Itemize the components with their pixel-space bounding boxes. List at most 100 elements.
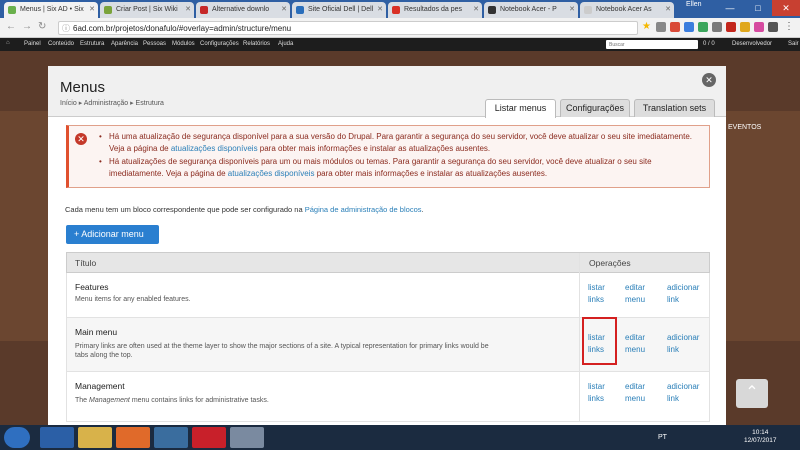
tab-favicon-icon bbox=[200, 6, 208, 14]
alert-message: Há uma atualização de segurança disponív… bbox=[99, 131, 703, 155]
opera-icon[interactable] bbox=[192, 427, 226, 448]
tab-favicon-icon bbox=[8, 6, 16, 14]
page-info-icon[interactable]: ⓘ bbox=[62, 23, 70, 34]
toolbar-counter: 0 / 0 bbox=[703, 41, 715, 47]
forward-icon[interactable]: → bbox=[22, 21, 32, 32]
available-updates-link[interactable]: atualizações disponíveis bbox=[171, 144, 258, 153]
toolbar-item[interactable]: Conteúdo bbox=[48, 41, 74, 47]
table-row: Features Menu items for any enabled feat… bbox=[66, 273, 710, 318]
toolbar-item[interactable]: Relatórios bbox=[243, 41, 270, 47]
internet-explorer-icon[interactable] bbox=[40, 427, 74, 448]
background-nav-link[interactable]: EVENTOS bbox=[728, 124, 761, 131]
toolbar-logout[interactable]: Sair bbox=[788, 41, 799, 47]
extension-icon[interactable] bbox=[656, 22, 666, 32]
breadcrumb-item[interactable]: Estrutura bbox=[136, 100, 164, 107]
tab-close-icon[interactable]: ✕ bbox=[185, 5, 191, 13]
menu-description: The Management menu contains links for a… bbox=[75, 396, 489, 405]
security-alert: ✕ Há uma atualização de segurança dispon… bbox=[66, 125, 710, 188]
toolbar-item[interactable]: Estrutura bbox=[80, 41, 104, 47]
edit-menu-link[interactable]: editar menu bbox=[625, 381, 651, 405]
url-text: 6ad.com.br/projetos/donafulo/#overlay=ad… bbox=[73, 24, 292, 33]
browser-menu-icon[interactable]: ⋮ bbox=[784, 21, 794, 32]
intro-text-body: Cada menu tem um bloco correspondente qu… bbox=[65, 205, 305, 214]
list-links-link[interactable]: listar links bbox=[588, 381, 610, 405]
close-window-icon[interactable]: ✕ bbox=[772, 0, 800, 16]
toolbar-user[interactable]: Desenvolvedor bbox=[732, 41, 772, 47]
minimize-icon[interactable]: — bbox=[716, 0, 744, 16]
url-input[interactable]: ⓘ 6ad.com.br/projetos/donafulo/#overlay=… bbox=[58, 21, 638, 35]
tab-close-icon[interactable]: ✕ bbox=[569, 5, 575, 13]
system-clock[interactable]: 10:14 12/07/2017 bbox=[744, 429, 777, 445]
toolbar-item[interactable]: Configurações bbox=[200, 41, 239, 47]
clock-time: 10:14 bbox=[752, 429, 769, 436]
dialog-header: Menus Início ▸ Administração ▸ Estrutura… bbox=[48, 66, 726, 118]
language-indicator[interactable]: PT bbox=[658, 434, 667, 441]
tab-close-icon[interactable]: ✕ bbox=[473, 5, 479, 13]
breadcrumb-item[interactable]: Início bbox=[60, 100, 77, 107]
back-icon[interactable]: ← bbox=[6, 21, 16, 32]
browser-tab[interactable]: Menus | Six AD • Six ✕ bbox=[4, 2, 98, 18]
start-button-icon[interactable] bbox=[4, 427, 30, 448]
extension-icon[interactable] bbox=[712, 22, 722, 32]
tab-close-icon[interactable]: ✕ bbox=[281, 5, 287, 13]
close-overlay-button[interactable]: ✕ bbox=[702, 73, 716, 87]
browser-tab[interactable]: Alternative downlo ✕ bbox=[196, 2, 290, 18]
tab-configuracoes[interactable]: Configurações bbox=[560, 99, 630, 117]
media-player-icon[interactable] bbox=[116, 427, 150, 448]
tab-close-icon[interactable]: ✕ bbox=[377, 5, 383, 13]
tab-label: Site Oficial Dell | Dell bbox=[308, 6, 374, 13]
scroll-to-top-button[interactable]: ⌃ bbox=[736, 379, 768, 408]
bookmark-star-icon[interactable]: ★ bbox=[642, 21, 651, 32]
extension-icon[interactable] bbox=[768, 22, 778, 32]
paint-icon[interactable] bbox=[230, 427, 264, 448]
menu-description-text: The bbox=[75, 397, 90, 404]
maximize-icon[interactable]: □ bbox=[744, 0, 772, 16]
highlight-annotation bbox=[582, 317, 617, 365]
toolbar-item[interactable]: Aparência bbox=[111, 41, 138, 47]
add-link-link[interactable]: adicionar link bbox=[667, 282, 707, 306]
available-updates-link[interactable]: atualizações disponíveis bbox=[228, 169, 315, 178]
breadcrumb-separator-icon: ▸ bbox=[78, 100, 83, 107]
menu-description: Primary links are often used at the them… bbox=[75, 343, 489, 359]
browser-tab[interactable]: Notebook Acer As ✕ bbox=[580, 2, 674, 18]
edit-menu-link[interactable]: editar menu bbox=[625, 282, 651, 306]
browser-tab[interactable]: Notebook Acer - P ✕ bbox=[484, 2, 578, 18]
toolbar-item[interactable]: Pessoas bbox=[143, 41, 166, 47]
menu-description-emphasis: Management bbox=[89, 397, 130, 404]
breadcrumb-separator-icon: ▸ bbox=[130, 100, 134, 107]
home-icon[interactable]: ⌂ bbox=[6, 40, 10, 46]
tab-translation-sets[interactable]: Translation sets bbox=[634, 99, 715, 117]
edit-menu-link[interactable]: editar menu bbox=[625, 332, 651, 356]
profile-name[interactable]: Ellen bbox=[686, 1, 702, 8]
chrome-icon[interactable] bbox=[154, 427, 188, 448]
extension-icon[interactable] bbox=[726, 22, 736, 32]
tab-close-icon[interactable]: ✕ bbox=[665, 5, 671, 13]
tab-listar-menus[interactable]: Listar menus bbox=[485, 99, 556, 118]
file-explorer-icon[interactable] bbox=[78, 427, 112, 448]
extension-icon[interactable] bbox=[670, 22, 680, 32]
extension-icon[interactable] bbox=[684, 22, 694, 32]
menu-title: Management bbox=[75, 381, 125, 391]
toolbar-item[interactable]: Ajuda bbox=[278, 41, 293, 47]
intro-text-end: . bbox=[421, 205, 424, 214]
add-menu-button[interactable]: + Adicionar menu bbox=[66, 225, 159, 244]
add-link-link[interactable]: adicionar link bbox=[667, 332, 707, 356]
extension-icon[interactable] bbox=[754, 22, 764, 32]
extension-icon[interactable] bbox=[698, 22, 708, 32]
browser-tab[interactable]: Criar Post | Six Wiki ✕ bbox=[100, 2, 194, 18]
toolbar-item[interactable]: Módulos bbox=[172, 41, 195, 47]
menu-title: Features bbox=[75, 282, 109, 292]
browser-tab[interactable]: Resultados da pes ✕ bbox=[388, 2, 482, 18]
blocks-admin-link[interactable]: Página de administração de blocos bbox=[305, 205, 422, 214]
breadcrumb-item[interactable]: Administração bbox=[84, 100, 128, 107]
browser-tab[interactable]: Site Oficial Dell | Dell ✕ bbox=[292, 2, 386, 18]
tab-close-icon[interactable]: ✕ bbox=[89, 5, 95, 13]
table-header: Título Operações bbox=[66, 252, 710, 273]
toolbar-item[interactable]: Painel bbox=[24, 41, 41, 47]
reload-icon[interactable]: ↻ bbox=[38, 21, 46, 32]
list-links-link[interactable]: listar links bbox=[588, 282, 610, 306]
extension-icon[interactable] bbox=[740, 22, 750, 32]
column-header-title: Título bbox=[75, 258, 97, 268]
toolbar-search-input[interactable] bbox=[606, 40, 698, 49]
add-link-link[interactable]: adicionar link bbox=[667, 381, 707, 405]
